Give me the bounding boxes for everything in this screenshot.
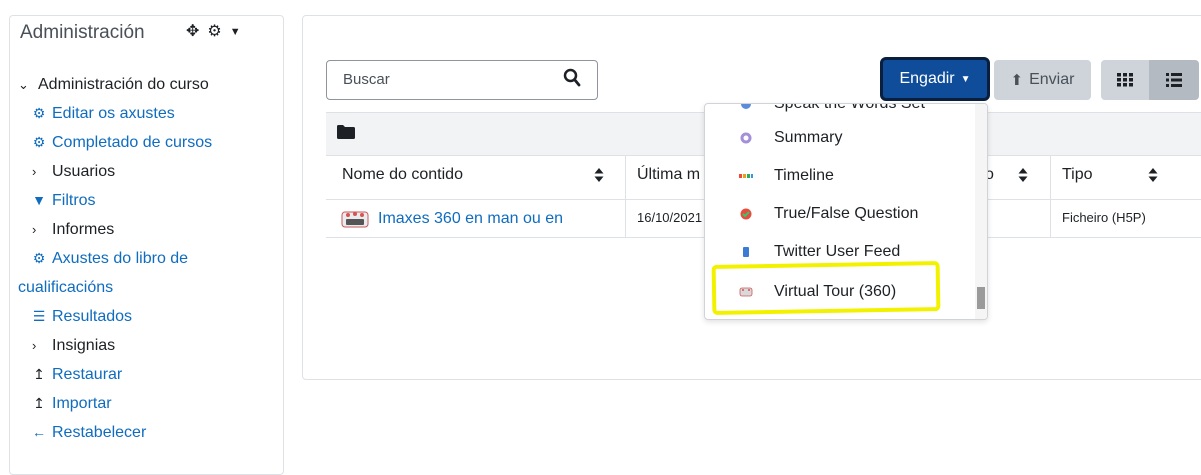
timeline-icon <box>739 174 753 178</box>
tree-item-label: Importar <box>52 395 112 412</box>
content-type: Ficheiro (H5P) <box>1062 210 1146 225</box>
upload-icon: ↥ <box>33 395 45 411</box>
search-input[interactable] <box>341 70 555 89</box>
twitter-feed-icon <box>743 247 749 257</box>
tree-item-restore[interactable]: ↥ Restaurar <box>18 360 268 389</box>
tree-item-label: Axustes do libro de <box>52 250 189 267</box>
grid-view-button[interactable] <box>1101 60 1149 100</box>
scrollbar-thumb[interactable] <box>977 287 985 309</box>
list-view-button[interactable] <box>1149 60 1199 100</box>
tree-item-label: Resultados <box>52 308 133 325</box>
column-header-name[interactable]: Nome do contido <box>342 166 463 184</box>
tree-item-label: Completado de cursos <box>52 134 213 151</box>
upload-button[interactable]: ⬆ Enviar <box>994 60 1091 100</box>
tree-item-users[interactable]: › Usuarios <box>18 157 268 186</box>
tree-item-edit-settings[interactable]: ⚙ Editar os axustes <box>18 99 268 128</box>
tree-item-label: Editar os axustes <box>52 105 175 122</box>
dropdown-item-label: Timeline <box>774 167 834 184</box>
gear-icon: ⚙ <box>32 134 46 150</box>
folder-icon[interactable] <box>337 125 355 139</box>
tree-item-outcomes[interactable]: ☰ Resultados <box>18 302 268 331</box>
tree-item-label: Administración do curso <box>38 76 209 93</box>
admin-block-actions: ✥ ⚙ ▼ <box>186 24 241 40</box>
admin-tree: ⌄ Administración do curso ⚙ Editar os ax… <box>18 70 268 447</box>
dropdown-scrollbar[interactable] <box>975 104 987 319</box>
gear-icon: ⚙ <box>32 105 46 121</box>
true-false-icon <box>740 208 752 220</box>
tree-item-gradebook-setup-wrap[interactable]: cualificacións <box>18 273 268 302</box>
tree-item-course-admin[interactable]: ⌄ Administración do curso <box>18 70 268 99</box>
dropdown-item-true-false-question[interactable]: True/False Question <box>705 195 975 233</box>
chevron-down-icon: ⌄ <box>18 77 29 92</box>
move-icon[interactable]: ✥ <box>186 24 199 40</box>
search-icon[interactable] <box>563 68 581 88</box>
upload-icon: ↥ <box>33 366 45 382</box>
tree-item-badges[interactable]: › Insignias <box>18 331 268 360</box>
tree-item-reset[interactable]: ← Restabelecer <box>18 418 268 447</box>
tree-item-label: Restabelecer <box>52 424 147 441</box>
tree-item-filters[interactable]: ▼ Filtros <box>18 186 268 215</box>
tree-item-label: cualificacións <box>18 279 114 296</box>
chevron-right-icon: › <box>32 222 37 237</box>
tree-item-label: Insignias <box>52 337 116 354</box>
sort-icon[interactable] <box>594 167 604 183</box>
tree-item-label: Restaurar <box>52 366 123 383</box>
tree-item-import[interactable]: ↥ Importar <box>18 389 268 418</box>
caret-down-icon: ▼ <box>960 73 971 85</box>
summary-icon <box>740 132 752 144</box>
speak-words-icon <box>741 104 751 109</box>
caret-down-icon[interactable]: ▼ <box>230 26 241 38</box>
dropdown-item-label: Speak the Words Set <box>774 103 925 112</box>
highlight-annotation <box>711 261 941 315</box>
add-button-label: Engadir <box>899 70 955 87</box>
outcomes-icon: ☰ <box>32 308 46 324</box>
content-name-link[interactable]: Imaxes 360 en man ou en <box>378 210 563 228</box>
gear-icon: ⚙ <box>32 250 46 266</box>
sort-icon[interactable] <box>1018 167 1028 183</box>
column-header-type[interactable]: Tipo <box>1062 166 1093 184</box>
tree-item-gradebook-setup[interactable]: ⚙ Axustes do libro de <box>18 244 268 273</box>
tree-item-label: Informes <box>52 221 115 238</box>
grid-icon <box>1117 73 1133 87</box>
virtual-tour-360-icon <box>341 211 369 228</box>
admin-block-title: Administración <box>20 22 145 43</box>
tree-item-course-completion[interactable]: ⚙ Completado de cursos <box>18 128 268 157</box>
content-modified-date: 16/10/2021 <box>637 210 703 225</box>
chevron-right-icon: › <box>32 164 37 179</box>
upload-button-label: Enviar <box>1029 71 1075 88</box>
gear-icon[interactable]: ⚙ <box>207 24 221 40</box>
filter-icon: ▼ <box>32 192 46 208</box>
tree-item-label: Filtros <box>52 192 96 209</box>
column-header-modified[interactable]: Última m <box>637 166 700 184</box>
sort-icon[interactable] <box>1148 167 1158 183</box>
dropdown-item-label: True/False Question <box>774 205 919 222</box>
dropdown-item-summary[interactable]: Summary <box>705 119 975 157</box>
chevron-right-icon: › <box>32 338 37 353</box>
dropdown-item-label: Twitter User Feed <box>774 243 901 260</box>
tree-item-reports[interactable]: › Informes <box>18 215 268 244</box>
add-button[interactable]: Engadir ▼ <box>880 57 990 101</box>
upload-icon: ⬆ <box>1010 72 1024 89</box>
dropdown-item-label: Summary <box>774 129 843 146</box>
tree-item-label: Usuarios <box>52 163 116 180</box>
arrow-left-icon: ← <box>32 424 46 440</box>
list-icon <box>1166 73 1182 87</box>
dropdown-item-timeline[interactable]: Timeline <box>705 157 975 195</box>
search-box[interactable] <box>326 60 598 100</box>
